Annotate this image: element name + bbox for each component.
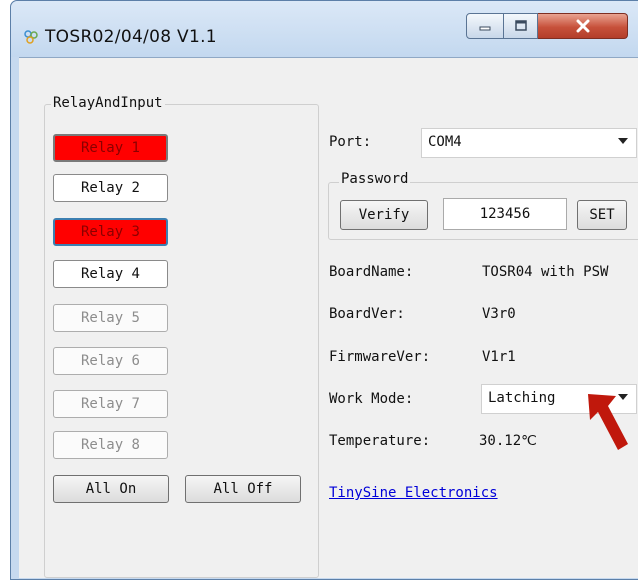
annotation-arrow-icon	[588, 394, 628, 450]
password-input[interactable]: 123456	[443, 198, 567, 230]
port-select[interactable]: COM4	[421, 128, 637, 158]
firmware-ver-value: V1r1	[482, 349, 516, 365]
close-button[interactable]	[538, 13, 628, 39]
tinysine-link[interactable]: TinySine Electronics	[329, 485, 498, 501]
title-bar[interactable]: TOSR02/04/08 V1.1	[11, 1, 638, 57]
maximize-button[interactable]	[504, 13, 538, 39]
relay-3-button[interactable]: Relay 3	[53, 218, 168, 246]
verify-button[interactable]: Verify	[340, 200, 428, 230]
temperature-value: 30.12℃	[479, 433, 537, 449]
temperature-label: Temperature:	[329, 433, 431, 449]
password-group-label: Password	[339, 171, 411, 187]
port-label: Port:	[329, 134, 372, 150]
relay-6-button[interactable]: Relay 6	[53, 347, 168, 375]
minimize-icon	[479, 26, 491, 31]
board-ver-value: V3r0	[482, 306, 516, 322]
all-off-button[interactable]: All Off	[185, 475, 301, 503]
caption-buttons	[466, 13, 628, 41]
app-window: TOSR02/04/08 V1.1 RelayAndInput Relay 1 …	[10, 0, 638, 580]
set-button[interactable]: SET	[577, 200, 627, 230]
client-area: RelayAndInput Relay 1 Relay 2 Relay 3 Re…	[19, 57, 638, 578]
chevron-down-icon	[618, 138, 628, 144]
board-name-label: BoardName:	[329, 264, 414, 280]
work-mode-label: Work Mode:	[329, 391, 414, 407]
maximize-icon	[514, 20, 527, 31]
relay-8-button[interactable]: Relay 8	[53, 431, 168, 459]
relay-2-button[interactable]: Relay 2	[53, 174, 168, 202]
relay-7-button[interactable]: Relay 7	[53, 390, 168, 418]
minimize-button[interactable]	[466, 13, 504, 39]
relay-group-label: RelayAndInput	[51, 95, 165, 111]
relay-4-button[interactable]: Relay 4	[53, 260, 168, 288]
board-ver-label: BoardVer:	[329, 306, 405, 322]
window-title: TOSR02/04/08 V1.1	[45, 27, 217, 47]
relay-1-button[interactable]: Relay 1	[53, 134, 168, 162]
work-mode-value: Latching	[488, 390, 556, 406]
board-name-value: TOSR04 with PSW	[482, 264, 609, 280]
app-icon	[24, 30, 38, 44]
all-on-button[interactable]: All On	[53, 475, 169, 503]
port-value: COM4	[428, 134, 462, 150]
close-icon	[576, 19, 589, 33]
relay-5-button[interactable]: Relay 5	[53, 304, 168, 332]
firmware-ver-label: FirmwareVer:	[329, 349, 431, 365]
